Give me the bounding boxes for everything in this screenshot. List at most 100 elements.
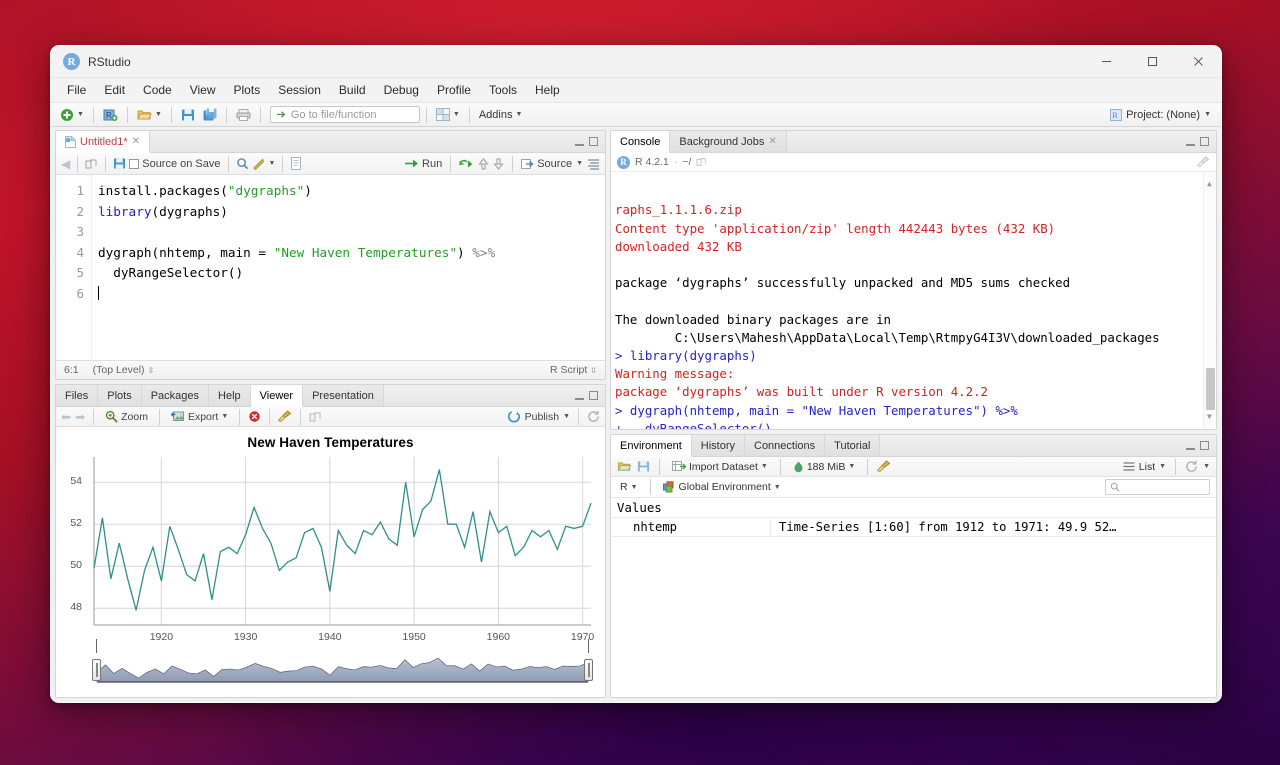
menu-build[interactable]: Build	[330, 81, 375, 99]
back-arrow-icon[interactable]: ◀	[61, 157, 70, 171]
scope-selector[interactable]: Global Environment ▼	[660, 480, 784, 494]
tab-background-jobs[interactable]: Background Jobs ✕	[670, 131, 787, 152]
minimize-pane-icon[interactable]	[575, 143, 584, 146]
save-all-button[interactable]	[200, 107, 220, 123]
chevron-down-icon[interactable]: ▼	[1203, 463, 1210, 470]
new-project-button[interactable]: R	[100, 107, 121, 123]
close-tab-icon[interactable]: ✕	[132, 136, 140, 147]
refresh-icon[interactable]	[587, 410, 600, 423]
menu-code[interactable]: Code	[134, 81, 181, 99]
compile-report-icon[interactable]	[290, 157, 302, 170]
working-directory-label[interactable]: ~/	[682, 156, 691, 168]
save-icon[interactable]	[637, 460, 650, 473]
table-row[interactable]: nhtemp Time-Series [1:60] from 1912 to 1…	[611, 517, 1216, 537]
goto-file-function-input[interactable]: Go to file/function	[269, 106, 420, 123]
rerun-icon[interactable]	[459, 158, 474, 169]
close-tab-icon[interactable]: ✕	[768, 136, 776, 147]
range-selector[interactable]	[92, 639, 593, 689]
menu-edit[interactable]: Edit	[95, 81, 134, 99]
tab-viewer[interactable]: Viewer	[250, 385, 304, 407]
tab-plots[interactable]: Plots	[98, 385, 142, 406]
down-arrow-icon[interactable]	[493, 157, 504, 170]
minimize-pane-icon[interactable]	[1186, 143, 1195, 146]
maximize-pane-icon[interactable]	[1200, 441, 1209, 450]
minimize-window-button[interactable]	[1083, 46, 1129, 78]
tab-files[interactable]: Files	[56, 385, 99, 406]
code-text[interactable]: install.packages("dygraphs") library(dygr…	[92, 175, 605, 360]
code-tools-icon[interactable]	[252, 157, 266, 170]
up-arrow-icon[interactable]	[478, 157, 489, 170]
refresh-icon[interactable]	[1185, 460, 1198, 473]
scroll-down-icon[interactable]: ▼	[1207, 408, 1212, 426]
maximize-pane-icon[interactable]	[1200, 137, 1209, 146]
tab-console[interactable]: Console	[611, 131, 671, 153]
source-button[interactable]: Source	[521, 158, 572, 170]
new-file-button[interactable]: ▼	[57, 107, 87, 123]
popout-icon[interactable]	[85, 158, 98, 170]
environment-search-input[interactable]	[1105, 479, 1210, 495]
maximize-pane-icon[interactable]	[589, 391, 598, 400]
document-outline-icon[interactable]	[587, 158, 600, 170]
tab-presentation[interactable]: Presentation	[303, 385, 384, 406]
save-button[interactable]	[178, 107, 198, 123]
save-icon[interactable]	[113, 157, 126, 170]
open-file-button[interactable]: ▼	[134, 107, 165, 123]
range-handle-left[interactable]	[92, 659, 101, 681]
minimize-pane-icon[interactable]	[575, 397, 584, 400]
print-button[interactable]	[233, 107, 254, 123]
language-selector[interactable]: R ▼	[617, 480, 641, 494]
clear-console-icon[interactable]	[1197, 156, 1210, 168]
code-area[interactable]: 1 2 3 4 5 6 install.packages("dygraphs")…	[56, 175, 605, 360]
broom-icon[interactable]	[877, 460, 891, 473]
tab-packages[interactable]: Packages	[141, 385, 210, 406]
tab-help[interactable]: Help	[209, 385, 251, 406]
broom-icon[interactable]	[278, 410, 292, 423]
source-on-save-checkbox[interactable]	[129, 158, 140, 169]
memory-usage-button[interactable]: 188 MiB ▼	[790, 460, 858, 474]
menu-plots[interactable]: Plots	[225, 81, 270, 99]
project-selector[interactable]: R Project: (None) ▼	[1110, 108, 1215, 121]
scrollbar-thumb[interactable]	[1206, 368, 1215, 410]
run-button[interactable]: Run	[405, 158, 442, 170]
dygraph-chart[interactable]: 48 50 52 54 1920 1930 1940 1950 1960 1970	[56, 451, 605, 697]
minimize-pane-icon[interactable]	[1186, 447, 1195, 450]
range-handle-right[interactable]	[584, 659, 593, 681]
view-mode-selector[interactable]: List ▼	[1123, 461, 1166, 473]
popout-icon[interactable]	[309, 411, 322, 423]
menu-file[interactable]: File	[58, 81, 95, 99]
menu-profile[interactable]: Profile	[428, 81, 480, 99]
tab-history[interactable]: History	[691, 435, 745, 456]
import-dataset-button[interactable]: Import Dataset ▼	[669, 459, 771, 474]
search-icon[interactable]	[236, 157, 249, 170]
menu-debug[interactable]: Debug	[375, 81, 428, 99]
forward-arrow-icon[interactable]: ➡	[75, 410, 85, 424]
close-window-button[interactable]	[1175, 46, 1221, 78]
menu-tools[interactable]: Tools	[480, 81, 526, 99]
menu-session[interactable]: Session	[269, 81, 330, 99]
source-tab-untitled1[interactable]: Untitled1* ✕	[56, 131, 151, 153]
maximize-window-button[interactable]	[1129, 46, 1175, 78]
publish-button[interactable]: Publish ▼	[507, 410, 570, 423]
popout-icon[interactable]	[696, 157, 707, 167]
scope-selector[interactable]: (Top Level) ⇳	[93, 364, 155, 376]
remove-plot-icon[interactable]	[248, 410, 261, 423]
export-button[interactable]: Export ▼	[168, 409, 231, 424]
addins-button[interactable]: Addins ▼	[476, 108, 526, 122]
filetype-selector[interactable]: R Script ⇳	[550, 364, 597, 376]
workspace-panes-button[interactable]: ▼	[433, 107, 463, 122]
tab-tutorial[interactable]: Tutorial	[825, 435, 881, 456]
tab-environment[interactable]: Environment	[611, 435, 692, 457]
console-output[interactable]: raphs_1.1.1.6.zip Content type 'applicati…	[611, 172, 1216, 429]
menu-help[interactable]: Help	[526, 81, 569, 99]
menu-view[interactable]: View	[181, 81, 225, 99]
maximize-pane-icon[interactable]	[589, 137, 598, 146]
scroll-up-icon[interactable]: ▲	[1207, 175, 1212, 193]
plot-viewer-body[interactable]: New Haven Temperatures 48 50 52 54 1920 1930 1…	[56, 427, 605, 697]
tab-connections[interactable]: Connections	[745, 435, 826, 456]
chevron-down-icon[interactable]: ▼	[269, 160, 276, 167]
chevron-down-icon[interactable]: ▼	[576, 160, 583, 167]
zoom-button[interactable]: Zoom	[102, 409, 151, 424]
console-scrollbar[interactable]: ▲ ▼	[1203, 172, 1216, 429]
back-arrow-icon[interactable]: ⬅	[61, 410, 71, 424]
open-folder-icon[interactable]	[617, 460, 632, 473]
